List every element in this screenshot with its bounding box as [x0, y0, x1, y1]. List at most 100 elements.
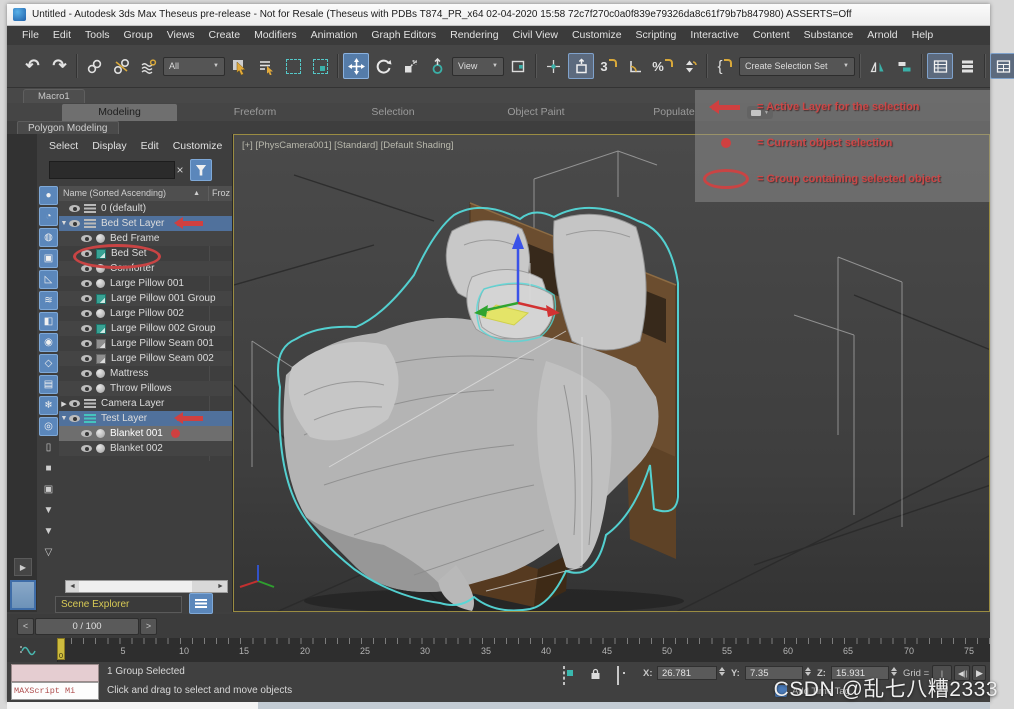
object-row[interactable]: Blanket 002 [59, 441, 232, 456]
expand-icon[interactable]: ▼ [59, 220, 69, 227]
scroll-left-icon[interactable]: ◄ [66, 581, 79, 592]
menu-rendering[interactable]: Rendering [443, 26, 505, 45]
time-slider-value[interactable]: 0 / 100 [35, 618, 139, 635]
group-row[interactable]: Large Pillow 001 Group [59, 291, 232, 306]
edit-named-selection-sets-button[interactable]: { [712, 54, 737, 79]
named-selection-set-dropdown[interactable]: Create Selection Set ▼ [739, 56, 855, 76]
next-frame-button[interactable]: > [140, 618, 157, 635]
unlink-selection-icon[interactable] [109, 54, 134, 79]
clear-search-icon[interactable]: × [173, 161, 187, 179]
spinner-snap-toggle[interactable] [677, 54, 702, 79]
sx-menu-customize[interactable]: Customize [173, 140, 223, 152]
toggle-ribbon-button[interactable] [990, 53, 1014, 79]
x-coordinate-field[interactable]: 26.781 [657, 666, 717, 680]
eye-icon[interactable] [81, 430, 92, 437]
mirror-button[interactable] [865, 54, 890, 79]
layer-row[interactable]: ▼ Test Layer [59, 411, 232, 426]
menu-interactive[interactable]: Interactive [683, 26, 745, 45]
pivot-point-center-button[interactable] [541, 54, 566, 79]
toggle-scene-explorer-button[interactable] [927, 53, 953, 79]
group-row[interactable]: Large Pillow 002 Group [59, 321, 232, 336]
menu-animation[interactable]: Animation [304, 26, 365, 45]
group-row[interactable]: Bed Set [59, 244, 232, 269]
absolute-offset-mode-icon[interactable] [617, 666, 619, 685]
layer-mode-button[interactable] [189, 593, 213, 614]
rectangular-selection-region-button[interactable] [281, 54, 306, 79]
eye-icon[interactable] [81, 385, 92, 392]
sx-menu-edit[interactable]: Edit [141, 140, 159, 152]
filter-frozen-button[interactable]: ▣ [39, 480, 58, 499]
filter-spacewarps-button[interactable]: ≋ [39, 291, 58, 310]
name-column-header[interactable]: Name (Sorted Ascending) [63, 186, 166, 201]
search-input[interactable] [49, 161, 175, 179]
horizontal-scrollbar[interactable]: ◄ ► [65, 580, 228, 593]
eye-icon[interactable] [81, 325, 92, 332]
object-row[interactable]: Large Pillow 002 [59, 306, 232, 321]
object-row[interactable]: Large Pillow 001 [59, 276, 232, 291]
angle-snap-toggle[interactable] [623, 54, 648, 79]
menu-substance[interactable]: Substance [797, 26, 861, 45]
select-and-link-icon[interactable] [82, 54, 107, 79]
filter-bones-button[interactable]: ◇ [39, 354, 58, 373]
viewport-layout-tab[interactable] [10, 580, 36, 610]
ribbon-tab-freeform[interactable]: Freeform [195, 104, 315, 121]
filter-basket-button[interactable]: ▽ [39, 543, 58, 562]
filter-lights-button[interactable]: ◍ [39, 228, 58, 247]
ribbon-tab-selection[interactable]: Selection [333, 104, 453, 121]
eye-icon[interactable] [81, 295, 92, 302]
ribbon-tab-modeling[interactable]: Modeling [62, 104, 177, 121]
menu-arnold[interactable]: Arnold [860, 26, 904, 45]
eye-icon[interactable] [81, 235, 92, 242]
ribbon-tab-object-paint[interactable]: Object Paint [471, 104, 601, 121]
menu-tools[interactable]: Tools [78, 26, 117, 45]
layer-row[interactable]: ▶ Camera Layer [59, 396, 232, 411]
expand-icon[interactable]: ▶ [59, 400, 69, 408]
eye-icon[interactable] [81, 280, 92, 287]
filter-materials-button[interactable]: ▯ [39, 438, 58, 457]
eye-icon[interactable] [69, 220, 80, 227]
menu-content[interactable]: Content [746, 26, 797, 45]
reference-coordinate-dropdown[interactable]: View ▼ [452, 56, 504, 76]
menu-create[interactable]: Create [202, 26, 248, 45]
group-row[interactable]: Large Pillow Seam 002 [59, 351, 232, 366]
align-button[interactable] [892, 54, 917, 79]
select-and-scale-button[interactable] [398, 54, 423, 79]
undo-button[interactable]: ↶ [20, 54, 45, 79]
x-spinner[interactable] [719, 667, 725, 676]
menu-graph-editors[interactable]: Graph Editors [364, 26, 443, 45]
layer-row[interactable]: 0 (default) [59, 201, 232, 216]
select-and-move-button[interactable] [343, 53, 369, 79]
select-and-place-button[interactable] [425, 54, 450, 79]
percent-snap-toggle[interactable]: % [650, 54, 675, 79]
eye-icon[interactable] [81, 355, 92, 362]
eye-icon[interactable] [69, 400, 80, 407]
eye-icon[interactable] [81, 370, 92, 377]
filter-funnel-button[interactable]: ▼ [39, 522, 58, 541]
filter-objects-button[interactable]: ■ [39, 459, 58, 478]
filter-xrefs-button[interactable]: ◉ [39, 333, 58, 352]
bind-to-space-warp-icon[interactable] [136, 54, 161, 79]
eye-icon[interactable] [81, 310, 92, 317]
layer-row[interactable]: ▼ Bed Set Layer [59, 216, 232, 231]
expand-icon[interactable]: ▼ [59, 415, 69, 422]
filter-button[interactable] [190, 159, 212, 181]
toggle-layer-explorer-button[interactable] [955, 54, 980, 79]
filter-particles-button[interactable]: ❄ [39, 396, 58, 415]
lock-icon[interactable] [589, 667, 602, 680]
select-by-name-button[interactable] [254, 54, 279, 79]
group-row[interactable]: Large Pillow Seam 001 [59, 336, 232, 351]
maxscript-mini-listener-output[interactable] [11, 664, 99, 682]
filter-shapes-button[interactable]: ◔ [39, 207, 58, 226]
scrollbar-thumb[interactable] [79, 581, 192, 592]
menu-civil-view[interactable]: Civil View [506, 26, 565, 45]
viewport-canvas[interactable] [234, 135, 990, 612]
eye-icon[interactable] [69, 415, 80, 422]
timeline-playhead[interactable]: 0 [57, 638, 65, 660]
sx-menu-display[interactable]: Display [92, 140, 126, 152]
filter-cameras-button[interactable]: ▣ [39, 249, 58, 268]
select-and-manipulate-button[interactable] [568, 53, 594, 79]
filter-funnel-off-button[interactable]: ▼ [39, 501, 58, 520]
menu-modifiers[interactable]: Modifiers [247, 26, 304, 45]
menu-scripting[interactable]: Scripting [629, 26, 684, 45]
track-bar-tools[interactable] [7, 638, 58, 662]
